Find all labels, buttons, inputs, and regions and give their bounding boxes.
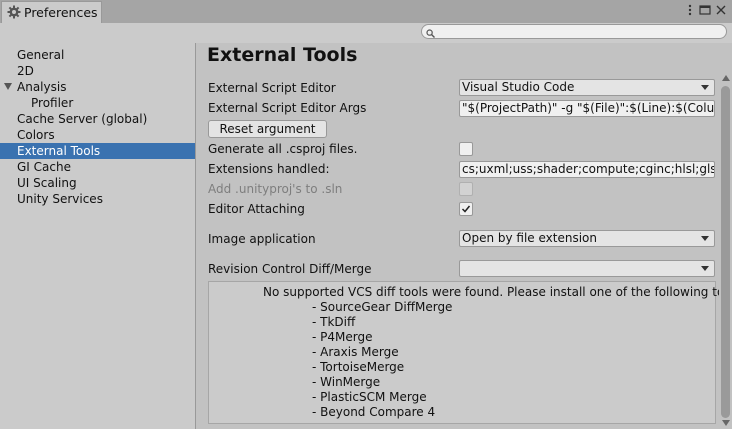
sidebar-item-label: External Tools <box>17 144 101 158</box>
close-icon[interactable] <box>714 3 728 17</box>
search-input[interactable] <box>421 24 727 39</box>
editor-attaching-label: Editor Attaching <box>208 202 305 216</box>
scrollbar-thumb[interactable] <box>721 86 730 418</box>
sidebar-item-label: Unity Services <box>17 192 103 206</box>
script-editor-args-label: External Script Editor Args <box>208 101 367 115</box>
image-application-value: Open by file extension <box>462 231 597 245</box>
more-options-icon[interactable] <box>683 3 697 17</box>
expand-arrow-icon[interactable] <box>4 83 12 90</box>
script-editor-dropdown[interactable]: Visual Studio Code <box>459 79 715 96</box>
editor-attaching-checkbox[interactable] <box>459 202 473 216</box>
revision-control-label: Revision Control Diff/Merge <box>208 262 372 276</box>
sidebar-item-label: Analysis <box>17 80 67 94</box>
sidebar-item-gi-cache[interactable]: GI Cache <box>0 159 195 175</box>
image-application-dropdown[interactable]: Open by file extension <box>459 230 715 247</box>
sidebar-item-label: GI Cache <box>17 160 71 174</box>
chevron-down-icon <box>701 236 709 241</box>
script-editor-label: External Script Editor <box>208 81 336 95</box>
reset-argument-button[interactable]: Reset argument <box>208 120 327 138</box>
generate-csproj-checkbox[interactable] <box>459 142 473 156</box>
sidebar-item-label: 2D <box>17 64 34 78</box>
sidebar-item-label: General <box>17 48 65 62</box>
sidebar-item-analysis[interactable]: Analysis <box>0 79 195 95</box>
add-unityproj-label: Add .unityproj's to .sln <box>208 182 343 196</box>
sidebar-item-ui-scaling[interactable]: UI Scaling <box>0 175 195 191</box>
help-tool-item: - Beyond Compare 4 <box>312 405 436 419</box>
add-unityproj-checkbox <box>459 182 473 196</box>
tab-preferences[interactable]: Preferences <box>1 1 102 23</box>
scroll-down-icon[interactable] <box>722 420 730 426</box>
help-tool-item: - WinMerge <box>312 375 381 389</box>
sidebar-item-general[interactable]: General <box>0 47 195 63</box>
sidebar-item-label: UI Scaling <box>17 176 77 190</box>
tab-bar <box>0 0 732 24</box>
sidebar-item-colors[interactable]: Colors <box>0 127 195 143</box>
sidebar-item-label: Colors <box>17 128 55 142</box>
vcs-help-box: No supported VCS diff tools were found. … <box>208 281 732 424</box>
sidebar-item-2d[interactable]: 2D <box>0 63 195 79</box>
sidebar-item-profiler[interactable]: Profiler <box>0 95 195 111</box>
help-tool-item: - P4Merge <box>312 330 373 344</box>
help-tool-item: - TortoiseMerge <box>312 360 405 374</box>
help-tool-item: - PlasticSCM Merge <box>312 390 427 404</box>
maximize-icon[interactable] <box>698 3 712 17</box>
checkmark-icon <box>461 205 471 213</box>
extensions-handled-label: Extensions handled: <box>208 162 330 176</box>
gear-icon <box>7 5 21 19</box>
help-tool-item: - SourceGear DiffMerge <box>312 300 453 314</box>
script-editor-value: Visual Studio Code <box>462 80 575 94</box>
page-title: External Tools <box>207 44 358 66</box>
help-message: No supported VCS diff tools were found. … <box>263 285 732 299</box>
help-tool-item: - TkDiff <box>312 315 356 329</box>
chevron-down-icon <box>701 266 709 271</box>
chevron-down-icon <box>701 85 709 90</box>
script-editor-args-field[interactable]: "$(ProjectPath)" -g "$(File)":$(Line):$(… <box>459 100 715 117</box>
image-application-label: Image application <box>208 232 316 246</box>
sidebar-item-unity-services[interactable]: Unity Services <box>0 191 195 207</box>
sidebar-item-label: Cache Server (global) <box>17 112 148 126</box>
revision-control-dropdown[interactable] <box>459 260 715 277</box>
sidebar-item-cache-server[interactable]: Cache Server (global) <box>0 111 195 127</box>
tab-title: Preferences <box>24 5 98 20</box>
sidebar-item-external-tools[interactable]: External Tools <box>0 143 195 159</box>
generate-csproj-label: Generate all .csproj files. <box>208 142 358 156</box>
scroll-up-icon[interactable] <box>722 75 730 81</box>
sidebar-item-label: Profiler <box>31 96 74 110</box>
extensions-handled-field[interactable]: cs;uxml;uss;shader;compute;cginc;hlsl;gl… <box>459 161 715 178</box>
search-icon <box>426 27 435 38</box>
help-tool-item: - Araxis Merge <box>312 345 399 359</box>
